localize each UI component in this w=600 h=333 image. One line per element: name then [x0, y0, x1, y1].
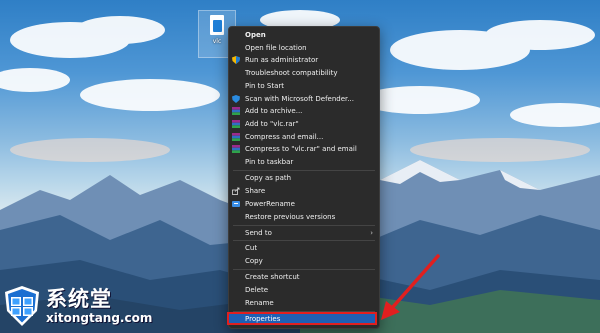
menu-item-cut[interactable]: Cut: [229, 242, 379, 254]
menu-item-properties[interactable]: Properties: [227, 312, 377, 325]
menu-item-label: Compress to "vlc.rar" and email: [245, 145, 357, 153]
menu-item-troubleshoot[interactable]: Troubleshoot compatibility: [229, 67, 379, 79]
shield-icon: [232, 56, 240, 64]
menu-item-label: Restore previous versions: [245, 213, 336, 221]
menu-item-copy[interactable]: Copy: [229, 255, 379, 267]
menu-item-label: Create shortcut: [245, 273, 300, 281]
menu-item-scan-defender[interactable]: Scan with Microsoft Defender...: [229, 93, 379, 105]
chevron-right-icon: ›: [370, 229, 373, 237]
shield-logo-icon: [5, 286, 39, 326]
menu-item-label: Properties: [245, 315, 281, 323]
menu-item-label: Rename: [245, 299, 274, 307]
menu-item-rename[interactable]: Rename: [229, 297, 379, 309]
desktop-icon-label: vlc: [212, 38, 222, 45]
menu-item-label: Share: [245, 187, 266, 195]
context-menu: Open Open file location Run as administr…: [228, 26, 380, 329]
winrar-icon: [232, 133, 240, 141]
winrar-icon: [232, 120, 240, 128]
site-watermark: 系统堂 xitongtang.com: [4, 282, 162, 330]
menu-item-label: Copy as path: [245, 174, 292, 182]
winrar-icon: [232, 107, 240, 115]
menu-item-label: Open file location: [245, 44, 307, 52]
menu-item-copy-as-path[interactable]: Copy as path: [229, 172, 379, 184]
watermark-brand: 系统堂: [46, 287, 112, 311]
menu-item-label: Scan with Microsoft Defender...: [245, 95, 354, 103]
menu-item-label: Pin to taskbar: [245, 158, 294, 166]
menu-separator: [233, 170, 375, 171]
menu-item-create-shortcut[interactable]: Create shortcut: [229, 271, 379, 283]
menu-item-run-as-admin[interactable]: Run as administrator: [229, 54, 379, 66]
powerrename-icon: [232, 201, 240, 207]
menu-item-label: Add to "vlc.rar": [245, 120, 299, 128]
menu-item-compress-to-vlc-rar-email[interactable]: Compress to "vlc.rar" and email: [229, 143, 379, 155]
menu-item-delete[interactable]: Delete: [229, 284, 379, 296]
menu-item-label: PowerRename: [245, 200, 295, 208]
share-icon: [232, 187, 240, 195]
desktop: vlc Open Open file location Run as admin…: [0, 0, 600, 333]
winrar-icon: [232, 145, 240, 153]
menu-item-add-to-archive[interactable]: Add to archive...: [229, 105, 379, 117]
menu-item-label: Send to: [245, 229, 272, 237]
menu-item-label: Troubleshoot compatibility: [245, 69, 338, 77]
menu-item-pin-to-taskbar[interactable]: Pin to taskbar: [229, 156, 379, 168]
menu-separator: [233, 240, 375, 241]
menu-item-restore-previous[interactable]: Restore previous versions: [229, 211, 379, 223]
menu-item-label: Copy: [245, 257, 263, 265]
menu-item-label: Cut: [245, 244, 258, 252]
watermark-site: xitongtang.com: [46, 311, 153, 325]
menu-item-label: Pin to Start: [245, 82, 285, 90]
menu-item-compress-email[interactable]: Compress and email...: [229, 131, 379, 143]
menu-item-share[interactable]: Share: [229, 185, 379, 197]
menu-item-add-to-vlc-rar[interactable]: Add to "vlc.rar": [229, 118, 379, 130]
menu-item-powerrename[interactable]: PowerRename: [229, 198, 379, 210]
menu-item-open[interactable]: Open: [229, 29, 379, 41]
defender-icon: [232, 95, 240, 103]
menu-item-label: Run as administrator: [245, 56, 319, 64]
menu-separator: [233, 269, 375, 270]
menu-item-pin-to-start[interactable]: Pin to Start: [229, 80, 379, 92]
file-icon: [210, 15, 224, 35]
menu-item-send-to[interactable]: Send to ›: [229, 227, 379, 239]
menu-item-label: Compress and email...: [245, 133, 324, 141]
menu-item-label: Add to archive...: [245, 107, 303, 115]
menu-separator: [233, 225, 375, 226]
watermark-text: 系统堂 xitongtang.com: [46, 287, 152, 325]
menu-item-label: Open: [245, 31, 266, 39]
menu-item-open-file-location[interactable]: Open file location: [229, 42, 379, 54]
menu-item-label: Delete: [245, 286, 268, 294]
